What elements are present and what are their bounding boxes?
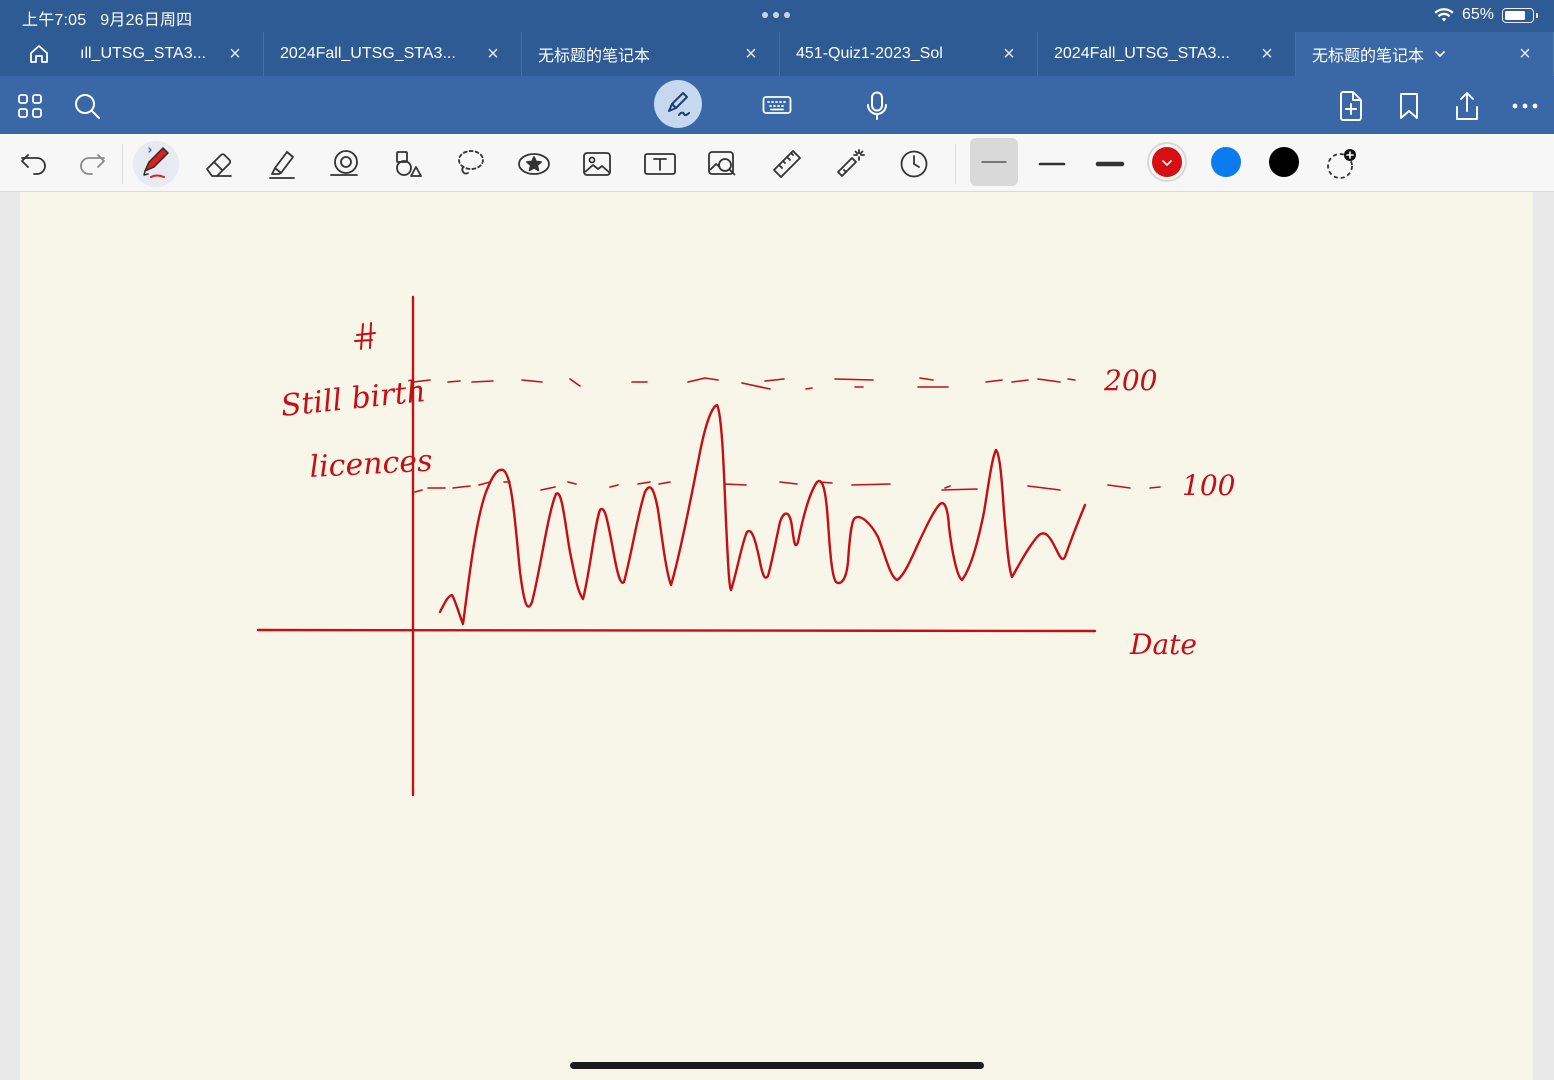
main-toolbar: [0, 76, 1554, 134]
microphone-icon[interactable]: [855, 84, 899, 128]
search-icon[interactable]: [65, 84, 109, 128]
lasso-icon[interactable]: [448, 141, 494, 187]
tool-palette: [0, 134, 1554, 192]
close-icon[interactable]: ×: [225, 44, 245, 64]
close-icon[interactable]: ×: [1257, 44, 1277, 64]
status-bar: 上午7:05 9月26日周四 65%: [0, 0, 1554, 32]
close-icon[interactable]: ×: [1515, 44, 1535, 64]
redo-icon[interactable]: [69, 141, 115, 187]
tab-0[interactable]: ıll_UTSG_STA3... ×: [62, 32, 264, 76]
tab-label: 无标题的笔记本: [538, 48, 651, 65]
color-swatch-black[interactable]: [1269, 147, 1299, 177]
note-page[interactable]: Still birth licences 200 100 Date: [20, 192, 1533, 1080]
zoom-window-icon[interactable]: [700, 141, 746, 187]
home-icon: [30, 45, 48, 63]
wifi-icon: [1434, 7, 1454, 21]
laser-pointer-icon[interactable]: [827, 141, 873, 187]
chevron-down-icon[interactable]: [1434, 50, 1446, 58]
status-right: 65%: [1434, 6, 1538, 24]
battery-icon: [1502, 7, 1538, 23]
dashed-line-200: [412, 377, 1076, 390]
chevron-down-icon: [1162, 160, 1172, 167]
x-axis-line: [256, 628, 1097, 633]
ruler-icon[interactable]: [764, 141, 810, 187]
y-label-line2: licences: [309, 444, 434, 485]
bookmark-icon[interactable]: [1387, 84, 1431, 128]
multitasking-dots-icon[interactable]: [762, 12, 792, 20]
tab-4[interactable]: 2024Fall_UTSG_STA3... ×: [1038, 32, 1296, 76]
image-icon[interactable]: [574, 141, 620, 187]
tab-label: 无标题的笔记本: [1312, 48, 1425, 65]
element-icon[interactable]: [385, 141, 431, 187]
share-icon[interactable]: [1445, 84, 1489, 128]
add-color-icon[interactable]: [1319, 141, 1365, 187]
undo-icon[interactable]: [11, 141, 57, 187]
color-swatch-blue[interactable]: [1211, 147, 1241, 177]
eraser-icon[interactable]: [196, 141, 242, 187]
timer-icon[interactable]: [891, 141, 937, 187]
level-100-label: 100: [1182, 469, 1235, 502]
stillbirth-curve: [438, 403, 1087, 626]
divider: [122, 144, 123, 184]
divider: [955, 144, 956, 184]
level-200-label: 200: [1103, 364, 1157, 397]
stroke-medium[interactable]: [1029, 141, 1075, 187]
color-swatch-red-selected[interactable]: [1152, 147, 1182, 177]
x-axis-label: Date: [1129, 628, 1197, 661]
tab-bar: ıll_UTSG_STA3... × 2024Fall_UTSG_STA3...…: [0, 32, 1554, 76]
highlighter-icon[interactable]: [259, 141, 305, 187]
pen-mode-icon[interactable]: [654, 80, 702, 128]
tab-2[interactable]: 无标题的笔记本 ×: [522, 32, 780, 76]
handwritten-sketch: Still birth licences 200 100 Date: [256, 295, 1235, 797]
y-label-line1: Still birth: [279, 374, 427, 424]
hash-mark: [354, 322, 376, 350]
add-page-icon[interactable]: [1329, 84, 1373, 128]
tab-label: 451-Quiz1-2023_Sol: [796, 45, 943, 62]
sticker-icon[interactable]: [511, 141, 557, 187]
tab-label: ıll_UTSG_STA3...: [80, 45, 206, 62]
close-icon[interactable]: ×: [483, 44, 503, 64]
status-time: 上午7:05 9月26日周四: [22, 12, 193, 29]
battery-percent: 65%: [1461, 6, 1494, 23]
app-header: 上午7:05 9月26日周四 65% ıll_UTSG_STA3... × 20…: [0, 0, 1554, 134]
keyboard-icon[interactable]: [755, 84, 799, 128]
tab-label: 2024Fall_UTSG_STA3...: [1054, 45, 1230, 62]
shape-icon[interactable]: [322, 141, 368, 187]
text-box-icon[interactable]: [637, 141, 683, 187]
more-icon[interactable]: [1503, 84, 1547, 128]
home-indicator[interactable]: [570, 1062, 984, 1069]
pen-tool-icon[interactable]: [133, 141, 179, 187]
tab-label: 2024Fall_UTSG_STA3...: [280, 45, 456, 62]
close-icon[interactable]: ×: [741, 44, 761, 64]
tab-1[interactable]: 2024Fall_UTSG_STA3... ×: [264, 32, 522, 76]
grid-icon[interactable]: [8, 84, 52, 128]
dashed-line-100: [414, 481, 1161, 493]
stroke-thin-selected[interactable]: [970, 138, 1018, 186]
tab-5-active[interactable]: 无标题的笔记本 ×: [1296, 32, 1554, 76]
close-icon[interactable]: ×: [999, 44, 1019, 64]
tab-3[interactable]: 451-Quiz1-2023_Sol ×: [780, 32, 1038, 76]
stroke-thick[interactable]: [1087, 141, 1133, 187]
